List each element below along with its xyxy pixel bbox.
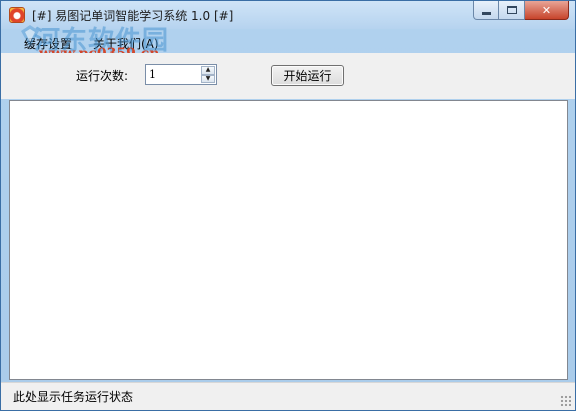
maximize-button[interactable]	[499, 1, 525, 20]
close-button[interactable]: ✕	[525, 1, 569, 20]
maximize-icon	[506, 6, 517, 14]
run-count-stepper[interactable]: ▲ ▼	[145, 64, 217, 85]
run-count-label: 运行次数:	[76, 69, 129, 83]
spin-down-icon[interactable]: ▼	[201, 74, 215, 83]
minimize-icon	[481, 12, 491, 15]
app-window: [#] 易图记单词智能学习系统 1.0 [#] ✕ 缓存设置 关于我们(A) 河…	[0, 0, 576, 411]
spin-up-icon[interactable]: ▲	[201, 66, 215, 75]
run-count-input[interactable]	[147, 66, 199, 83]
status-bar: 此处显示任务运行状态	[1, 382, 575, 410]
toolbar: 运行次数: ▲ ▼ 开始运行	[1, 53, 575, 99]
close-icon: ✕	[541, 3, 552, 17]
stepper-buttons: ▲ ▼	[201, 66, 215, 83]
output-panel[interactable]	[9, 100, 568, 380]
status-text: 此处显示任务运行状态	[13, 390, 134, 404]
resize-grip-icon[interactable]	[560, 395, 571, 406]
minimize-button[interactable]	[473, 1, 499, 20]
window-controls: ✕	[473, 1, 569, 21]
start-run-button[interactable]: 开始运行	[271, 65, 344, 86]
app-icon[interactable]	[9, 7, 25, 23]
